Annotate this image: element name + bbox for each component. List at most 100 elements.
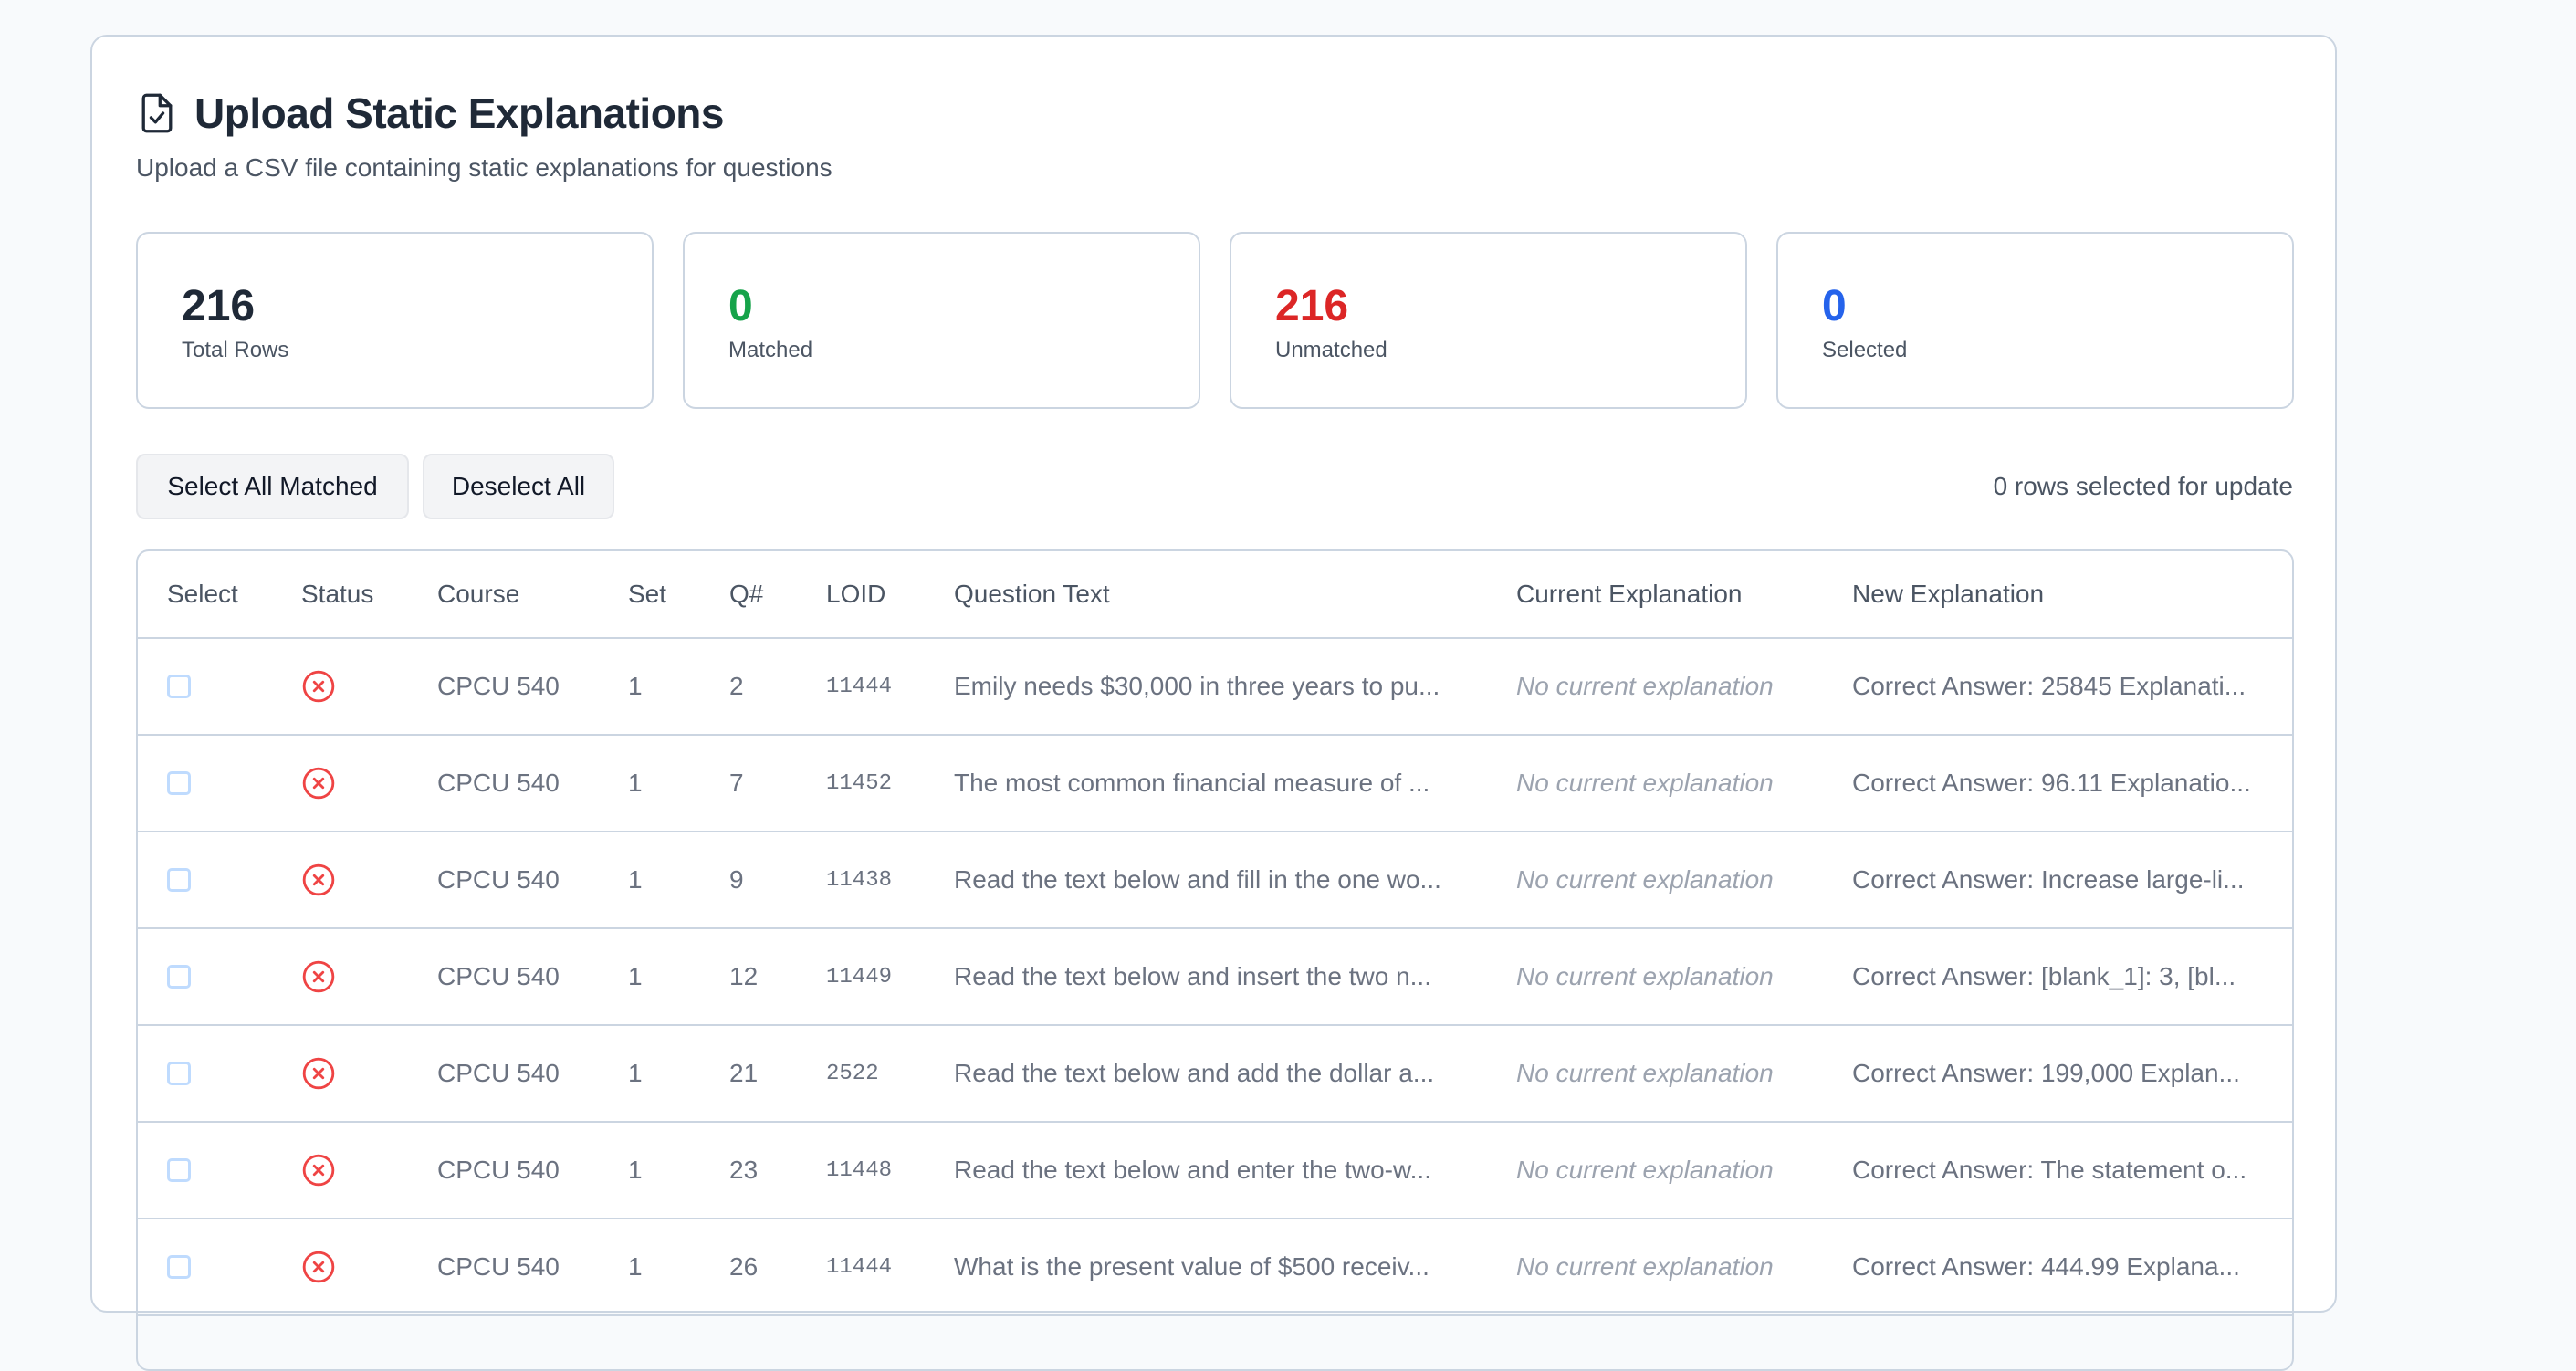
question-text-cell: Read the text below and add the dollar a… [925, 1025, 1487, 1123]
status-cell [272, 638, 408, 736]
x-circle-icon [301, 959, 336, 994]
stat-total-rows: 216 Total Rows [136, 232, 654, 409]
select-cell [138, 928, 272, 1026]
current-explanation-cell: No current explanation [1487, 1122, 1823, 1219]
status-cell [272, 928, 408, 1026]
course-cell: CPCU 540 [408, 1122, 599, 1219]
question-number-cell: 7 [700, 735, 797, 832]
stat-value: 0 [728, 282, 753, 330]
question-text-cell: Read the text below and enter the two-w.… [925, 1122, 1487, 1219]
select-cell [138, 832, 272, 929]
current-explanation-cell: No current explanation [1487, 638, 1823, 736]
table-row: CPCU 540 1 21 2522 Read the text below and a… [138, 1025, 2292, 1123]
new-explanation-cell: Correct Answer: The statement o... [1823, 1122, 2292, 1219]
table-row: CPCU 540 1 26 11444 What is the present valu… [138, 1219, 2292, 1316]
deselect-all-button[interactable]: Deselect All [423, 454, 614, 519]
table-row: CPCU 540 1 7 11452 The most common financial… [138, 735, 2292, 832]
question-text-cell: What is the present value of $500 receiv… [925, 1219, 1487, 1316]
select-cell [138, 1025, 272, 1123]
file-check-icon [136, 90, 178, 136]
loid-cell: 11452 [797, 735, 925, 832]
column-header-course: Course [408, 551, 599, 639]
loid-cell: 11444 [797, 638, 925, 736]
question-number-cell: 2 [700, 638, 797, 736]
x-circle-icon [301, 863, 336, 897]
table-body: CPCU 540 1 2 11444 Emily needs $30,000 in th… [138, 638, 2292, 1316]
column-header-new-explanation: New Explanation [1823, 551, 2292, 639]
current-explanation-cell: No current explanation [1487, 1219, 1823, 1316]
stat-value: 216 [1275, 282, 1349, 330]
set-cell: 1 [599, 638, 700, 736]
question-number-cell: 26 [700, 1219, 797, 1316]
new-explanation-cell: Correct Answer: [blank_1]: 3, [bl... [1823, 928, 2292, 1026]
stat-label: Matched [728, 338, 813, 362]
status-cell [272, 832, 408, 929]
status-cell [272, 1219, 408, 1316]
column-header-set: Set [599, 551, 700, 639]
question-text-cell: Read the text below and fill in the one … [925, 832, 1487, 929]
loid-cell: 11444 [797, 1219, 925, 1316]
stat-value: 216 [182, 282, 256, 330]
question-text-cell: Read the text below and insert the two n… [925, 928, 1487, 1026]
course-cell: CPCU 540 [408, 928, 599, 1026]
row-select-checkbox[interactable] [167, 867, 191, 892]
loid-cell: 11449 [797, 928, 925, 1026]
table-header-row: Select Status Course Set Q# LOID Questio… [138, 551, 2292, 639]
current-explanation-cell: No current explanation [1487, 1025, 1823, 1123]
stat-label: Selected [1822, 338, 1908, 362]
set-cell: 1 [599, 735, 700, 832]
column-header-status: Status [272, 551, 408, 639]
loid-cell: 11438 [797, 832, 925, 929]
table-row: CPCU 540 1 2 11444 Emily needs $30,000 in th… [138, 638, 2292, 736]
question-text-cell: The most common financial measure of ... [925, 735, 1487, 832]
new-explanation-cell: Correct Answer: Increase large-li... [1823, 832, 2292, 929]
loid-cell: 11448 [797, 1122, 925, 1219]
stat-label: Total Rows [182, 338, 289, 362]
column-header-select: Select [138, 551, 272, 639]
new-explanation-cell: Correct Answer: 444.99 Explana... [1823, 1219, 2292, 1316]
set-cell: 1 [599, 1122, 700, 1219]
select-cell [138, 1122, 272, 1219]
row-select-checkbox[interactable] [167, 674, 191, 698]
stat-value: 0 [1822, 282, 1847, 330]
table-row: CPCU 540 1 23 11448 Read the text below and … [138, 1122, 2292, 1219]
current-explanation-cell: No current explanation [1487, 832, 1823, 929]
x-circle-icon [301, 1250, 336, 1284]
x-circle-icon [301, 669, 336, 704]
page-title: Upload Static Explanations [194, 89, 725, 137]
row-select-checkbox[interactable] [167, 964, 191, 989]
set-cell: 1 [599, 1219, 700, 1316]
stats-row: 216 Total Rows 0 Matched 216 Unmatched 0… [136, 232, 2294, 409]
new-explanation-cell: Correct Answer: 199,000 Explan... [1823, 1025, 2292, 1123]
column-header-loid: LOID [797, 551, 925, 639]
column-header-q: Q# [700, 551, 797, 639]
select-cell [138, 638, 272, 736]
select-cell [138, 1219, 272, 1316]
row-select-checkbox[interactable] [167, 1157, 191, 1182]
course-cell: CPCU 540 [408, 832, 599, 929]
question-number-cell: 21 [700, 1025, 797, 1123]
column-header-current-explanation: Current Explanation [1487, 551, 1823, 639]
select-all-matched-button[interactable]: Select All Matched [136, 454, 409, 519]
rows-selected-count: 0 rows selected for update [1993, 472, 2293, 500]
table-row: CPCU 540 1 12 11449 Read the text below and … [138, 928, 2292, 1026]
status-cell [272, 1122, 408, 1219]
new-explanation-cell: Correct Answer: 25845 Explanati... [1823, 638, 2292, 736]
row-select-checkbox[interactable] [167, 1061, 191, 1085]
explanations-table: Select Status Course Set Q# LOID Questio… [136, 549, 2294, 1371]
row-select-checkbox[interactable] [167, 770, 191, 795]
question-text-cell: Emily needs $30,000 in three years to pu… [925, 638, 1487, 736]
course-cell: CPCU 540 [408, 1025, 599, 1123]
set-cell: 1 [599, 928, 700, 1026]
page-subtitle: Upload a CSV file containing static expl… [136, 153, 832, 182]
stat-selected: 0 Selected [1776, 232, 2294, 409]
x-circle-icon [301, 1056, 336, 1091]
new-explanation-cell: Correct Answer: 96.11 Explanatio... [1823, 735, 2292, 832]
question-number-cell: 9 [700, 832, 797, 929]
table-row: CPCU 540 1 9 11438 Read the text below and f… [138, 832, 2292, 929]
stat-matched: 0 Matched [683, 232, 1200, 409]
upload-panel: Upload Static Explanations Upload a CSV … [90, 35, 2337, 1371]
stat-unmatched: 216 Unmatched [1230, 232, 1747, 409]
column-header-question-text: Question Text [925, 551, 1487, 639]
course-cell: CPCU 540 [408, 735, 599, 832]
